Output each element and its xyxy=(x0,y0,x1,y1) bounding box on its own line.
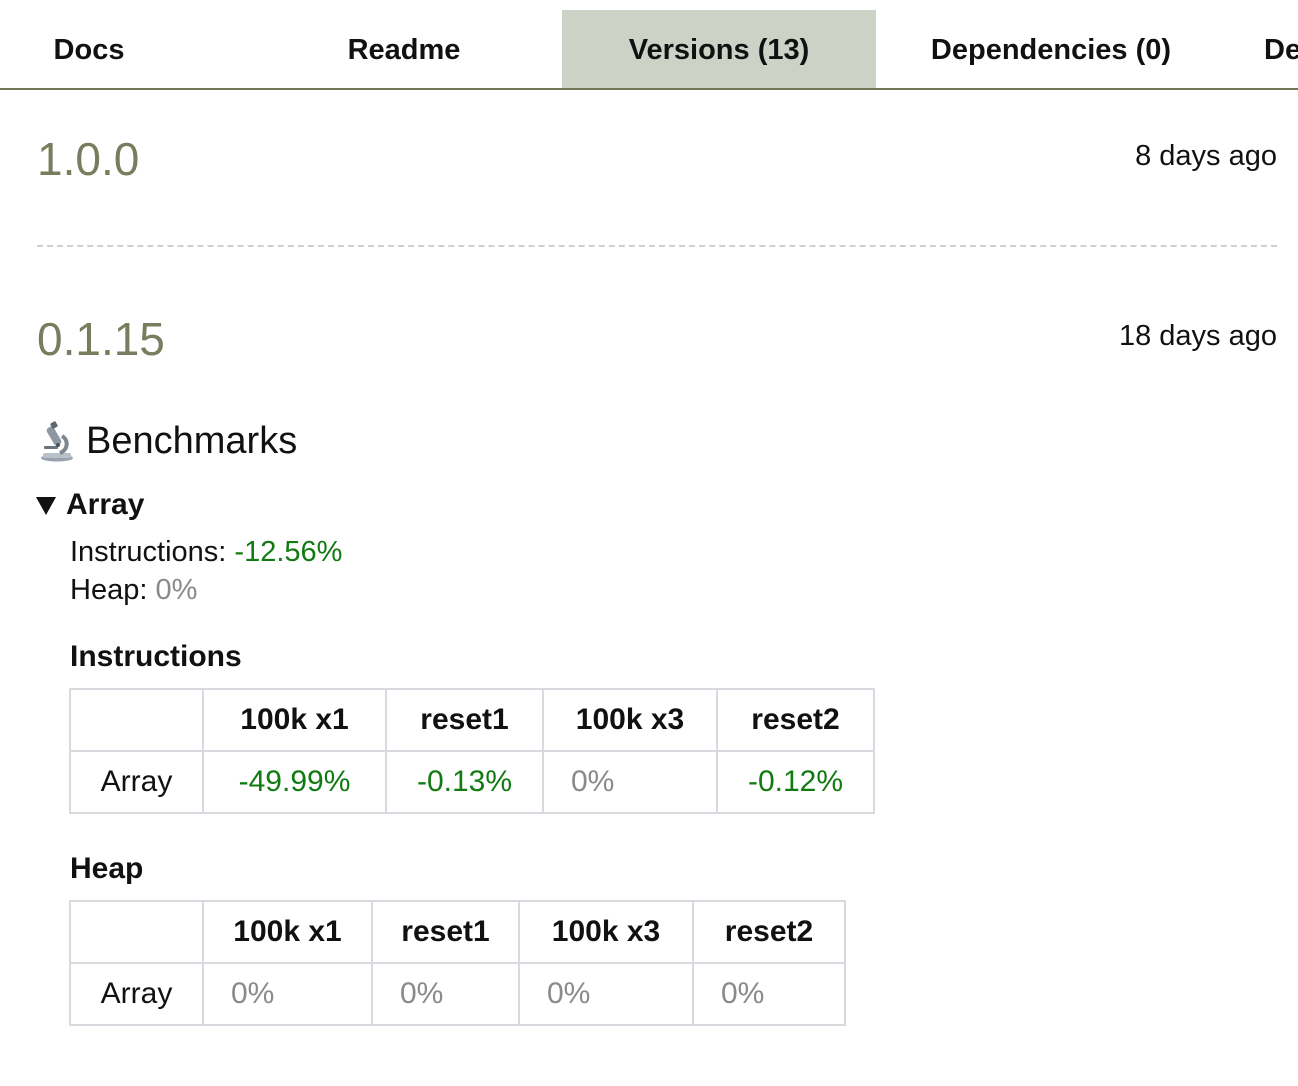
table-header-cell: reset1 xyxy=(385,688,544,752)
table-header-row: 100k x1 reset1 100k x3 reset2 xyxy=(69,688,875,752)
microscope-icon xyxy=(41,421,73,462)
heap-table: 100k x1 reset1 100k x3 reset2 Array 0% 0… xyxy=(69,900,846,1026)
version-row: 0.1.15 18 days ago xyxy=(37,310,1277,370)
heap-summary-value: 0% xyxy=(155,574,198,606)
table-row-label: Array xyxy=(69,750,204,814)
table-row: Array 0% 0% 0% 0% xyxy=(69,962,846,1026)
heap-summary: Heap: 0% xyxy=(70,574,197,607)
table-header-cell: reset1 xyxy=(371,900,520,964)
table-cell: 0% xyxy=(518,962,694,1026)
table-cell: -0.13% xyxy=(385,750,544,814)
version-link[interactable]: 0.1.15 xyxy=(37,312,165,366)
benchmarks-title: Benchmarks xyxy=(86,419,298,462)
table-header-cell: 100k x3 xyxy=(518,900,694,964)
tab-bar: Docs Readme Versions (13) Dependencies (… xyxy=(0,0,1298,90)
version-row: 1.0.0 8 days ago xyxy=(37,130,1277,190)
table-header-cell: 100k x3 xyxy=(542,688,718,752)
table-header-row: 100k x1 reset1 100k x3 reset2 xyxy=(69,900,846,964)
instructions-table: 100k x1 reset1 100k x3 reset2 Array -49.… xyxy=(69,688,875,814)
table-header-cell: 100k x1 xyxy=(202,900,373,964)
heap-summary-label: Heap: xyxy=(70,574,148,606)
table-cell: 0% xyxy=(542,750,718,814)
table-header-cell: 100k x1 xyxy=(202,688,387,752)
version-link[interactable]: 1.0.0 xyxy=(37,132,139,186)
table-header-cell: reset2 xyxy=(716,688,875,752)
table-row: Array -49.99% -0.13% 0% -0.12% xyxy=(69,750,875,814)
table-cell: -49.99% xyxy=(202,750,387,814)
tab-dependents[interactable]: De xyxy=(1264,10,1298,88)
array-benchmark-label: Array xyxy=(66,488,145,521)
tab-docs[interactable]: Docs xyxy=(0,10,178,88)
instructions-summary-value: -12.56% xyxy=(234,536,343,568)
table-row-label: Array xyxy=(69,962,204,1026)
instructions-summary: Instructions: -12.56% xyxy=(70,536,342,569)
instructions-table-title: Instructions xyxy=(70,640,242,673)
table-header-cell: reset2 xyxy=(692,900,846,964)
tab-versions[interactable]: Versions (13) xyxy=(562,10,876,88)
instructions-summary-label: Instructions: xyxy=(70,536,227,568)
table-header-cell xyxy=(69,900,204,964)
table-header-cell xyxy=(69,688,204,752)
version-date: 18 days ago xyxy=(1118,320,1277,352)
array-benchmark-toggle[interactable]: Array xyxy=(36,488,144,522)
version-date: 8 days ago xyxy=(1135,140,1277,172)
table-cell: 0% xyxy=(202,962,373,1026)
tab-dependencies[interactable]: Dependencies (0) xyxy=(902,10,1200,88)
disclosure-triangle-icon xyxy=(36,497,56,515)
version-divider xyxy=(37,245,1277,247)
table-cell: 0% xyxy=(371,962,520,1026)
table-cell: -0.12% xyxy=(716,750,875,814)
heap-table-title: Heap xyxy=(70,852,144,885)
table-cell: 0% xyxy=(692,962,846,1026)
benchmarks-heading: Benchmarks xyxy=(38,416,297,466)
tab-readme[interactable]: Readme xyxy=(314,10,494,88)
